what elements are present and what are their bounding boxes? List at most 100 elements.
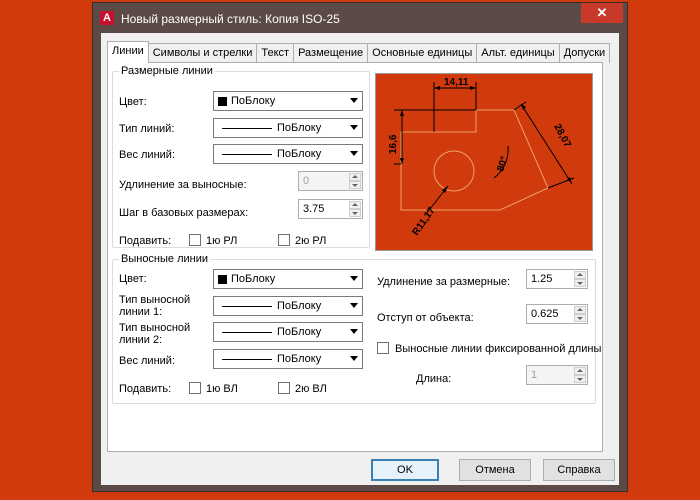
chevron-down-icon: [350, 303, 358, 308]
window-title: Новый размерный стиль: Копия ISO-25: [121, 12, 340, 26]
ext-color-value: ПоБлоку: [231, 273, 276, 285]
suppress-dim-line-2-label: 2ю РЛ: [295, 235, 327, 247]
line-sample: [222, 332, 272, 333]
ext-lineweight-label: Вес линий:: [119, 355, 175, 367]
spin-down-icon[interactable]: [574, 279, 586, 287]
dim-baseline-value: 3.75: [303, 203, 325, 215]
preview-dim-right: 28,07: [551, 122, 573, 150]
ext-extend-label: Удлинение за размерные:: [377, 276, 511, 288]
dim-lineweight-label: Вес линий:: [119, 149, 175, 161]
dim-lines-group-title: Размерные линии: [119, 65, 215, 77]
dim-linetype-select[interactable]: ПоБлоку: [213, 118, 363, 138]
ext-linetype2-select[interactable]: ПоБлоку: [213, 322, 363, 342]
tab-lines[interactable]: Линии: [107, 41, 149, 63]
dialog-body: Линии Символы и стрелки Текст Размещение…: [101, 33, 619, 485]
dim-lineweight-value: ПоБлоку: [277, 148, 322, 160]
line-sample: [222, 154, 272, 155]
suppress-ext-line-2-checkbox[interactable]: [278, 382, 290, 394]
suppress-dim-line-1-checkbox[interactable]: [189, 234, 201, 246]
chevron-down-icon: [350, 98, 358, 103]
ext-extend-spinner[interactable]: 1.25: [526, 269, 588, 289]
ext-color-label: Цвет:: [119, 273, 147, 285]
preview-dim-top: 14,11: [444, 77, 469, 88]
tab-strip: Линии Символы и стрелки Текст Размещение…: [107, 41, 611, 63]
ext-linetype1-value: ПоБлоку: [277, 300, 322, 312]
dim-baseline-spinner[interactable]: 3.75: [298, 199, 363, 219]
title-bar[interactable]: A Новый размерный стиль: Копия ISO-25 ✕: [93, 3, 627, 33]
length-value: 1: [531, 369, 538, 381]
fixed-length-checkbox[interactable]: [377, 342, 389, 354]
dim-linetype-label: Тип линий:: [119, 123, 175, 135]
color-swatch: [218, 97, 227, 106]
dimension-preview: 14,11 16,6 28,07 80° R11,17: [375, 73, 593, 251]
spin-down-icon[interactable]: [349, 181, 361, 189]
ext-offset-value: 0.625: [531, 308, 559, 320]
dim-baseline-label: Шаг в базовых размерах:: [119, 207, 249, 219]
suppress-ext-line-1-checkbox[interactable]: [189, 382, 201, 394]
ext-lines-group: Выносные линии Цвет: ПоБлоку Тип выносно…: [112, 253, 601, 404]
ext-lines-group-title: Выносные линии: [119, 253, 211, 265]
tab-primary-units[interactable]: Основные единицы: [367, 43, 478, 63]
tab-symbols-arrows[interactable]: Символы и стрелки: [147, 43, 258, 63]
suppress-ext-line-1-label: 1ю ВЛ: [206, 383, 238, 395]
suppress-dim-line-2-checkbox[interactable]: [278, 234, 290, 246]
chevron-down-icon: [350, 276, 358, 281]
spin-down-icon[interactable]: [574, 375, 586, 383]
spin-up-icon[interactable]: [574, 306, 586, 314]
dim-color-label: Цвет:: [119, 96, 147, 108]
tab-tolerances[interactable]: Допуски: [558, 43, 611, 63]
tab-fit[interactable]: Размещение: [293, 43, 369, 63]
cancel-button[interactable]: Отмена: [459, 459, 531, 481]
autocad-logo-icon: A: [100, 11, 114, 25]
dim-extend-value: 0: [303, 175, 310, 187]
spin-down-icon[interactable]: [574, 314, 586, 322]
preview-dim-left: 16,6: [388, 134, 399, 154]
color-swatch: [218, 275, 227, 284]
length-spinner[interactable]: 1: [526, 365, 588, 385]
fixed-length-label: Выносные линии фиксированной длины: [395, 343, 602, 355]
ext-linetype2-value: ПоБлоку: [277, 326, 322, 338]
chevron-down-icon: [350, 151, 358, 156]
ext-lineweight-value: ПоБлоку: [277, 353, 322, 365]
ext-color-select[interactable]: ПоБлоку: [213, 269, 363, 289]
ok-button[interactable]: OK: [371, 459, 439, 481]
dim-extend-spinner[interactable]: 0: [298, 171, 363, 191]
tab-alt-units[interactable]: Альт. единицы: [476, 43, 560, 63]
length-label: Длина:: [416, 373, 452, 385]
dim-color-select[interactable]: ПоБлоку: [213, 91, 363, 111]
dim-extend-label: Удлинение за выносные:: [119, 179, 247, 191]
dim-lineweight-select[interactable]: ПоБлоку: [213, 144, 363, 164]
help-button[interactable]: Справка: [543, 459, 615, 481]
line-sample: [222, 306, 272, 307]
tab-text[interactable]: Текст: [256, 43, 295, 63]
spin-down-icon[interactable]: [349, 209, 361, 217]
ext-linetype1-label: Тип выносной линии 1:: [119, 294, 191, 318]
lines-tab-panel: Размерные линии Цвет: ПоБлоку Тип линий:…: [107, 62, 603, 452]
spin-up-icon[interactable]: [349, 201, 361, 209]
ext-linetype1-select[interactable]: ПоБлоку: [213, 296, 363, 316]
ext-suppress-label: Подавить:: [119, 383, 172, 395]
dim-color-value: ПоБлоку: [231, 95, 276, 107]
ext-lineweight-select[interactable]: ПоБлоку: [213, 349, 363, 369]
chevron-down-icon: [350, 356, 358, 361]
suppress-dim-line-1-label: 1ю РЛ: [206, 235, 238, 247]
chevron-down-icon: [350, 329, 358, 334]
preview-dim-angle: 80°: [495, 155, 510, 173]
ext-linetype2-label: Тип выносной линии 2:: [119, 322, 191, 346]
spin-up-icon[interactable]: [349, 173, 361, 181]
ext-extend-value: 1.25: [531, 273, 553, 285]
close-button[interactable]: ✕: [581, 3, 623, 23]
spin-up-icon[interactable]: [574, 271, 586, 279]
dim-suppress-label: Подавить:: [119, 235, 172, 247]
line-sample: [222, 128, 272, 129]
chevron-down-icon: [350, 125, 358, 130]
line-sample: [222, 359, 272, 360]
spin-up-icon[interactable]: [574, 367, 586, 375]
suppress-ext-line-2-label: 2ю ВЛ: [295, 383, 327, 395]
dim-lines-group: Размерные линии Цвет: ПоБлоку Тип линий:…: [112, 65, 370, 248]
ext-offset-label: Отступ от объекта:: [377, 312, 474, 324]
dim-linetype-value: ПоБлоку: [277, 122, 322, 134]
ext-offset-spinner[interactable]: 0.625: [526, 304, 588, 324]
dimension-style-dialog: A Новый размерный стиль: Копия ISO-25 ✕ …: [92, 2, 628, 492]
preview-drawing: 14,11 16,6 28,07 80° R11,17: [388, 77, 575, 238]
